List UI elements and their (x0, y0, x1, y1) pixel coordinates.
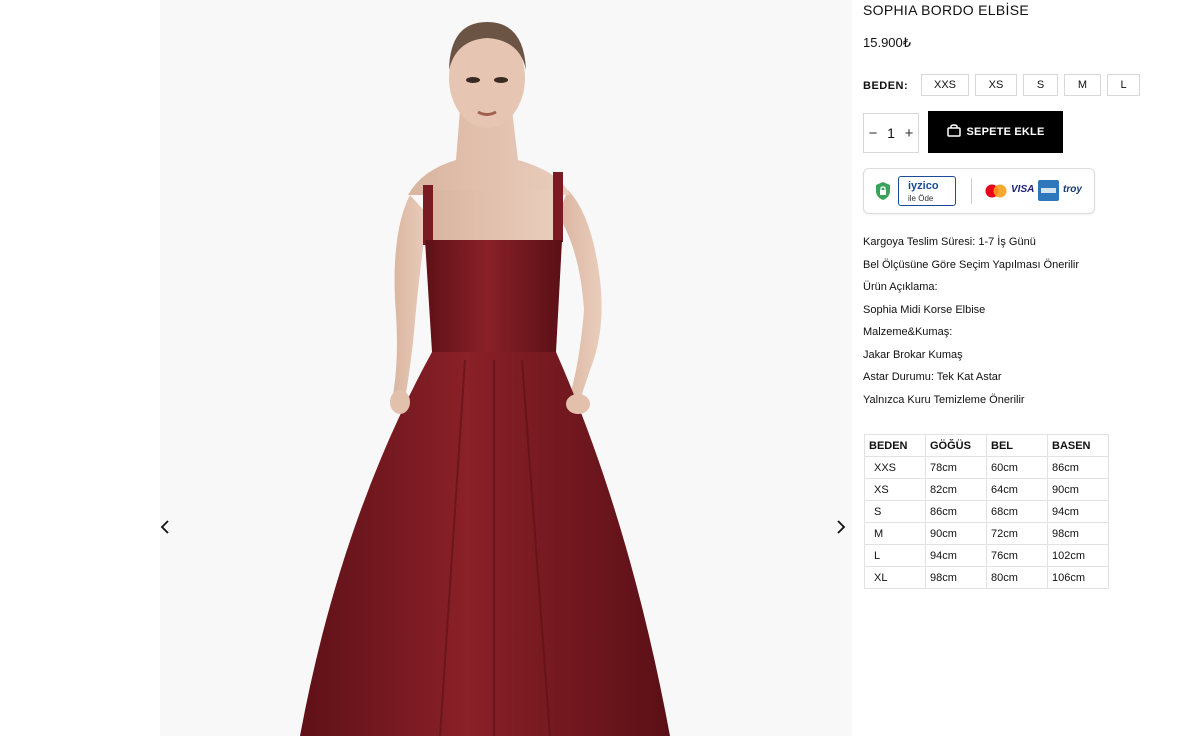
size-chart-table: BEDEN GÖĞÜS BEL BASEN XXS 78cm 60cm 86cm… (864, 434, 1109, 589)
table-cell: XL (864, 566, 926, 589)
table-row: L 94cm 76cm 102cm (864, 544, 1109, 567)
quantity-stepper: − 1 + (863, 113, 919, 153)
add-to-cart-label: SEPETE EKLE (966, 126, 1045, 138)
table-cell: 72cm (986, 522, 1048, 545)
table-cell: 94cm (925, 544, 987, 567)
size-option-s[interactable]: S (1023, 74, 1058, 96)
iyzico-logo: iyzico (908, 180, 939, 192)
table-cell: 86cm (925, 500, 987, 523)
description-line: Kargoya Teslim Süresi: 1-7 İş Günü (863, 236, 1036, 248)
add-to-cart-button[interactable]: SEPETE EKLE (928, 111, 1063, 153)
table-header: GÖĞÜS (925, 434, 987, 457)
description-line: Bel Ölçüsüne Göre Seçim Yapılması Öneril… (863, 258, 1080, 271)
size-option-xxs[interactable]: XXS (921, 74, 969, 96)
visa-logo: VISA (1011, 184, 1035, 195)
table-cell: 90cm (1047, 478, 1109, 501)
table-row: S 86cm 68cm 94cm (864, 500, 1109, 523)
description-line: Sophia Midi Korse Elbise (863, 303, 986, 316)
troy-logo: troy (1063, 184, 1082, 195)
quantity-decrease-button[interactable]: − (864, 125, 882, 142)
iyzico-badge: iyzico ile Öde (898, 176, 956, 206)
amex-icon (1038, 180, 1059, 201)
size-option-m[interactable]: M (1064, 74, 1101, 96)
table-header: BEDEN (864, 434, 926, 457)
table-row: XL 98cm 80cm 106cm (864, 566, 1109, 589)
divider (971, 178, 972, 204)
iyzico-subtext: ile Öde (908, 194, 934, 203)
table-cell: 102cm (1047, 544, 1109, 567)
description-line: Yalnızca Kuru Temizleme Önerilir (863, 393, 1025, 406)
product-title: SOPHIA BORDO ELBİSE (863, 2, 1029, 18)
mastercard-icon (985, 184, 1007, 198)
table-cell: S (864, 500, 926, 523)
table-cell: M (864, 522, 926, 545)
table-cell: 80cm (986, 566, 1048, 589)
table-cell: 78cm (925, 456, 987, 479)
description-line: Jakar Brokar Kumaş (863, 348, 963, 361)
secure-shield-icon (876, 182, 890, 200)
table-header-row: BEDEN GÖĞÜS BEL BASEN (864, 434, 1109, 457)
table-row: XXS 78cm 60cm 86cm (864, 456, 1109, 479)
shopping-bag-icon (946, 124, 961, 140)
table-cell: 90cm (925, 522, 987, 545)
product-image-gallery (160, 0, 852, 736)
size-label: BEDEN: (863, 80, 909, 92)
product-price: 15.900₺ (863, 35, 912, 50)
size-option-l[interactable]: L (1107, 74, 1140, 96)
product-description: Kargoya Teslim Süresi: 1-7 İş Günü Bel Ö… (863, 231, 1079, 411)
table-cell: 98cm (1047, 522, 1109, 545)
description-line: Ürün Açıklama: (863, 281, 938, 293)
table-cell: 60cm (986, 456, 1048, 479)
table-cell: 98cm (925, 566, 987, 589)
table-cell: 86cm (1047, 456, 1109, 479)
table-cell: 76cm (986, 544, 1048, 567)
quantity-increase-button[interactable]: + (900, 125, 918, 142)
description-line: Astar Durumu: Tek Kat Astar (863, 371, 1002, 383)
table-cell: 68cm (986, 500, 1048, 523)
previous-image-arrow-icon[interactable] (155, 517, 175, 537)
table-cell: 64cm (986, 478, 1048, 501)
table-cell: 106cm (1047, 566, 1109, 589)
table-cell: L (864, 544, 926, 567)
payment-methods-box: iyzico ile Öde VISA troy (863, 168, 1095, 214)
table-cell: XXS (864, 456, 926, 479)
description-line: Malzeme&Kumaş: (863, 326, 953, 338)
table-cell: 82cm (925, 478, 987, 501)
quantity-value[interactable]: 1 (882, 125, 900, 141)
size-selector: XXS XS S M L (921, 74, 1140, 96)
table-row: M 90cm 72cm 98cm (864, 522, 1109, 545)
table-row: XS 82cm 64cm 90cm (864, 478, 1109, 501)
table-cell: XS (864, 478, 926, 501)
table-cell: 94cm (1047, 500, 1109, 523)
size-option-xs[interactable]: XS (975, 74, 1017, 96)
product-photo (300, 22, 670, 736)
table-header: BEL (986, 434, 1048, 457)
next-image-arrow-icon[interactable] (831, 517, 851, 537)
table-header: BASEN (1047, 434, 1109, 457)
